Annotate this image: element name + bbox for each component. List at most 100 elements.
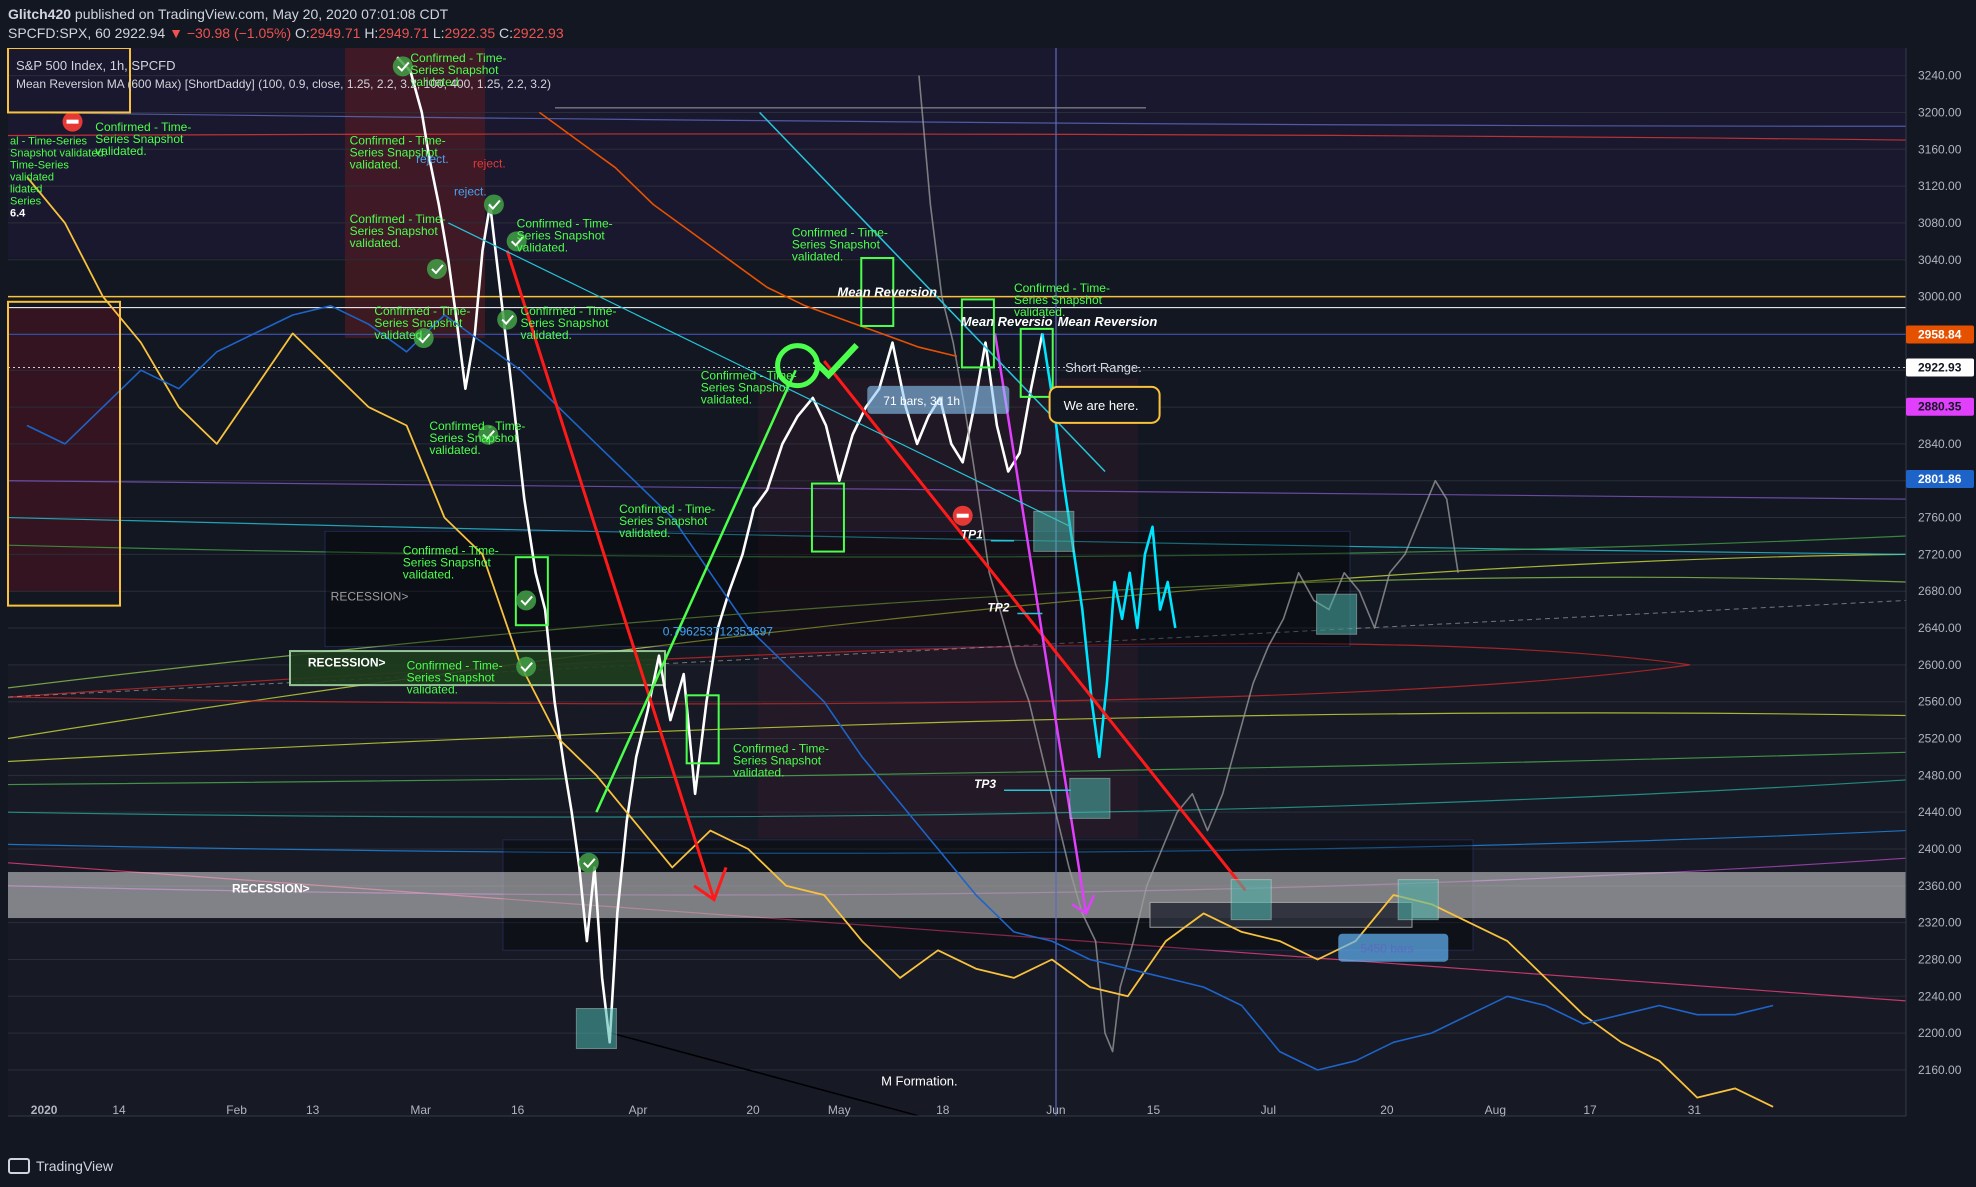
reject-label: reject. <box>416 152 449 166</box>
price-marker: 2801.86 <box>1906 470 1974 489</box>
price-tick-label: 2520.00 <box>1918 732 1962 746</box>
publish-header: Glitch420 published on TradingView.com, … <box>0 0 1976 48</box>
mean-reversion-label: Mean Reversion <box>1058 314 1158 329</box>
time-tick-label: 17 <box>1583 1103 1597 1117</box>
price-tick-label: 3200.00 <box>1918 105 1962 119</box>
time-tick-label: May <box>828 1103 851 1117</box>
published-text: published on TradingView.com, May 20, 20… <box>74 6 449 22</box>
recession-label: RECESSION> <box>232 881 310 895</box>
price-tick-label: 3240.00 <box>1918 69 1962 83</box>
price-tick-label: 2240.00 <box>1918 989 1962 1003</box>
time-tick-label: Jun <box>1046 1103 1065 1117</box>
publish-line: Glitch420 published on TradingView.com, … <box>8 6 448 22</box>
price-tick-label: 2840.00 <box>1918 437 1962 451</box>
price-tick-label: 2160.00 <box>1918 1063 1962 1077</box>
tp-label: TP2 <box>987 600 1009 614</box>
close-label: C: <box>499 25 513 41</box>
tp-label: TP3 <box>974 777 996 791</box>
price-marker-label: 2880.35 <box>1918 400 1962 414</box>
check-icon <box>497 309 518 330</box>
symbol-label: SPCFD:SPX, 60 <box>8 25 111 41</box>
bars-range-label: 71 bars, 3d 1h <box>883 394 960 408</box>
target-square <box>575 1008 617 1050</box>
low-label: L: <box>432 25 445 41</box>
legend-indicator: Mean Reversion MA (600 Max) [ShortDaddy]… <box>16 77 551 91</box>
high-value: 2949.71 <box>378 25 429 41</box>
time-tick-label: 20 <box>746 1103 760 1117</box>
left-clipped-label: al - Time-Series <box>10 136 88 148</box>
time-tick-label: 14 <box>112 1103 126 1117</box>
reject-label: reject. <box>473 157 506 171</box>
left-clipped-label: Snapshot validated. <box>10 148 107 160</box>
price-tick-label: 3120.00 <box>1918 179 1962 193</box>
tradingview-logo[interactable]: TradingView <box>8 1158 113 1174</box>
short-range-label: Short Range. <box>1065 360 1142 375</box>
mean-reversion-label: Mean Reversio <box>961 314 1053 329</box>
left-clipped-label: Series <box>10 196 42 208</box>
price-marker: 2922.93 <box>1906 358 1974 377</box>
bars-range-label: 5450 bars <box>1360 942 1413 956</box>
price-tick-label: 2200.00 <box>1918 1026 1962 1040</box>
price-tick-label: 3080.00 <box>1918 216 1962 230</box>
target-square <box>1230 879 1272 921</box>
tp-label: TP1 <box>961 528 983 542</box>
check-icon <box>516 656 537 677</box>
price-tick-label: 3040.00 <box>1918 253 1962 267</box>
price-tick-label: 2760.00 <box>1918 511 1962 525</box>
price-tick-label: 2400.00 <box>1918 842 1962 856</box>
price-tick-label: 2560.00 <box>1918 695 1962 709</box>
down-arrow-icon: ▼ <box>169 25 183 41</box>
time-tick-label: 31 <box>1688 1103 1702 1117</box>
left-clipped-label: lidated <box>10 184 42 196</box>
check-icon <box>578 852 599 873</box>
chart-area[interactable]: Confirmed - Time-Series Snapshot validate… <box>0 47 1976 1120</box>
price-change: −30.98 (−1.05%) <box>186 25 292 41</box>
price-tick-label: 3160.00 <box>1918 142 1962 156</box>
check-icon <box>426 258 447 279</box>
we-are-here-label: We are here. <box>1064 398 1139 413</box>
last-price: 2922.94 <box>114 25 166 41</box>
author-name[interactable]: Glitch420 <box>8 6 71 22</box>
left-clipped-label: validated <box>10 172 54 184</box>
price-tick-label: 2680.00 <box>1918 584 1962 598</box>
price-tick-label: 2440.00 <box>1918 805 1962 819</box>
target-square <box>1316 593 1358 635</box>
reject-label: reject. <box>454 184 487 198</box>
time-tick-label: Aug <box>1485 1103 1506 1117</box>
time-tick-label: Jul <box>1261 1103 1276 1117</box>
numeric-note: 0.796253712353697 <box>663 624 773 638</box>
time-tick-label: Feb <box>226 1103 247 1117</box>
close-value: 2922.93 <box>513 25 564 41</box>
time-tick-label: 20 <box>1380 1103 1394 1117</box>
price-tick-label: 2360.00 <box>1918 879 1962 893</box>
price-tick-label: 3000.00 <box>1918 290 1962 304</box>
time-tick-label: 13 <box>306 1103 320 1117</box>
price-tick-label: 2600.00 <box>1918 658 1962 672</box>
price-marker: 2880.35 <box>1906 397 1974 416</box>
tradingview-icon <box>8 1158 30 1174</box>
recession-label: RECESSION> <box>308 656 386 670</box>
price-tick-label: 2480.00 <box>1918 768 1962 782</box>
price-marker-label: 2801.86 <box>1918 472 1962 486</box>
time-tick-label: 2020 <box>31 1103 58 1117</box>
target-square <box>1397 879 1439 921</box>
price-tick-label: 2640.00 <box>1918 621 1962 635</box>
price-chart[interactable]: Confirmed - Time-Series Snapshot validate… <box>0 47 1976 1120</box>
price-marker-label: 2922.93 <box>1918 361 1962 375</box>
check-icon <box>483 194 504 215</box>
symbol-line: SPCFD:SPX, 60 2922.94 ▼ −30.98 (−1.05%) … <box>8 25 564 41</box>
time-tick-label: Apr <box>629 1103 648 1117</box>
time-tick-label: Mar <box>410 1103 431 1117</box>
m-formation-label: M Formation. <box>881 1074 958 1089</box>
price-tick-label: 2720.00 <box>1918 547 1962 561</box>
legend-title: S&P 500 Index, 1h, SPCFD <box>16 58 175 73</box>
recession-label: RECESSION> <box>331 589 409 603</box>
price-tick-label: 2280.00 <box>1918 952 1962 966</box>
check-icon <box>516 590 537 611</box>
open-label: O: <box>295 25 310 41</box>
open-value: 2949.71 <box>309 25 361 41</box>
price-marker: 2958.84 <box>1906 325 1974 344</box>
price-marker-label: 2958.84 <box>1918 327 1962 341</box>
left-red-zone <box>8 308 120 592</box>
time-tick-label: 16 <box>511 1103 525 1117</box>
